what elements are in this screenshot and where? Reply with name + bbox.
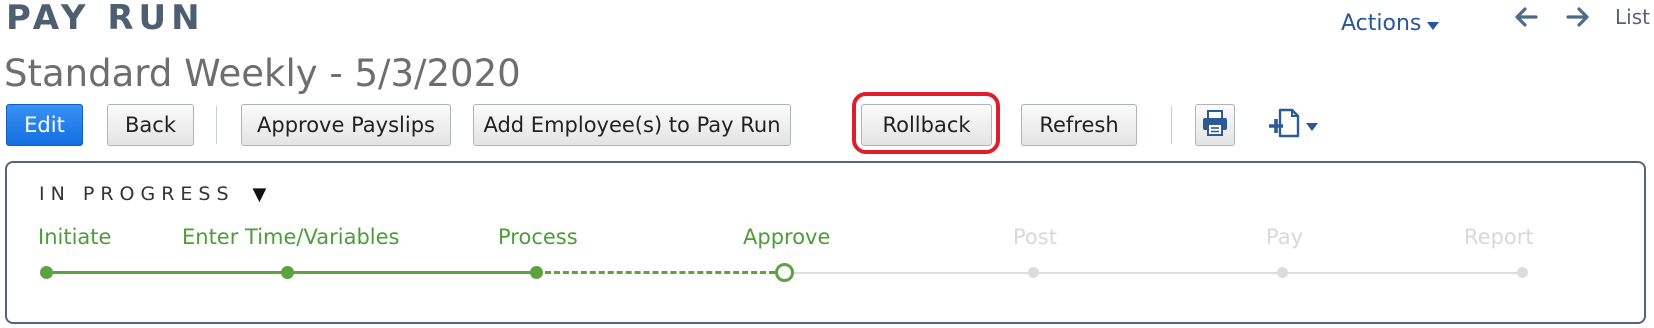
progress-segment <box>536 271 784 274</box>
right-arrow-icon[interactable] <box>1563 3 1593 31</box>
progress-segment <box>288 271 536 274</box>
step-marker-enter-time <box>281 266 294 279</box>
progress-segment <box>46 271 288 274</box>
step-marker-process <box>530 266 543 279</box>
actions-menu[interactable]: Actions <box>1341 6 1440 40</box>
progress-segment <box>784 272 1034 274</box>
step-marker-post <box>1028 267 1039 278</box>
toolbar: Edit Back Approve Payslips Add Employee(… <box>6 92 1506 154</box>
add-employees-button[interactable]: Add Employee(s) to Pay Run <box>473 104 791 146</box>
approve-payslips-button[interactable]: Approve Payslips <box>241 104 451 146</box>
step-marker-approve <box>775 263 794 282</box>
step-label-initiate: Initiate <box>38 225 112 249</box>
back-button[interactable]: Back <box>107 104 194 146</box>
step-marker-report <box>1517 267 1528 278</box>
progress-segment <box>1034 272 1283 274</box>
status-panel: IN PROGRESS ▼ Initiate Enter Time/Variab… <box>5 161 1646 324</box>
step-label-process: Process <box>498 225 578 249</box>
new-document-icon <box>1268 107 1302 143</box>
step-marker-initiate <box>40 266 53 279</box>
refresh-button[interactable]: Refresh <box>1021 104 1137 146</box>
actions-label: Actions <box>1341 10 1422 36</box>
step-marker-pay <box>1277 267 1288 278</box>
page-label: PAY RUN <box>6 0 205 38</box>
chevron-down-icon <box>1306 116 1318 135</box>
progress-segment <box>1283 272 1523 274</box>
print-icon <box>1201 109 1229 142</box>
progress-tracker: Initiate Enter Time/Variables Process Ap… <box>7 163 1644 322</box>
chevron-down-icon <box>1427 11 1440 36</box>
step-label-approve: Approve <box>743 225 831 249</box>
list-link[interactable]: List <box>1615 5 1650 29</box>
record-title: Standard Weekly - 5/3/2020 <box>4 52 521 95</box>
step-label-enter-time: Enter Time/Variables <box>182 225 400 249</box>
new-document-menu[interactable] <box>1268 104 1318 146</box>
toolbar-separator <box>1171 106 1172 144</box>
step-label-post: Post <box>1013 225 1057 249</box>
step-label-report: Report <box>1464 225 1534 249</box>
rollback-button[interactable]: Rollback <box>861 104 992 146</box>
step-label-pay: Pay <box>1266 225 1304 249</box>
record-navigation: List <box>1511 0 1654 34</box>
print-button[interactable] <box>1195 104 1235 146</box>
edit-button[interactable]: Edit <box>6 104 83 146</box>
left-arrow-icon[interactable] <box>1511 3 1541 31</box>
toolbar-separator <box>216 106 217 144</box>
